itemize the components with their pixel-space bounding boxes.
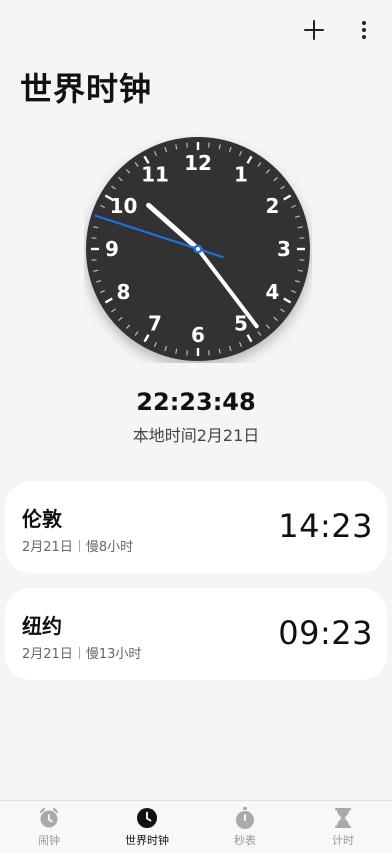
clock-number: 10: [110, 194, 138, 218]
clock-tick: [186, 142, 188, 148]
more-vertical-icon: [362, 21, 366, 39]
city-date: 2月21日: [22, 540, 73, 555]
clock-tick: [91, 237, 97, 239]
city-card-new-york[interactable]: 纽约 2月21日 慢13小时 09:23: [5, 588, 387, 680]
city-time: 14:23: [278, 507, 373, 545]
clock-number: 3: [277, 237, 291, 261]
clock-tick: [208, 142, 210, 148]
bottom-nav: 闹钟 世界时钟 秒表 计时: [0, 800, 392, 853]
city-name: 纽约: [22, 614, 62, 638]
clock-number: 2: [266, 194, 280, 218]
nav-alarm[interactable]: 闹钟: [0, 801, 98, 853]
clock-tick: [299, 259, 305, 261]
clock-center-dot: [196, 247, 200, 251]
city-meta: 2月21日 慢13小时: [22, 643, 141, 662]
stopwatch-icon: [236, 807, 254, 829]
nav-timer[interactable]: 计时: [294, 801, 392, 853]
city-offset: 慢8小时: [85, 540, 134, 555]
page-title: 世界时钟: [20, 70, 153, 108]
nav-label: 闹钟: [38, 834, 60, 847]
nav-label: 计时: [332, 834, 354, 847]
hourglass-icon: [335, 808, 351, 828]
clock-number: 12: [184, 151, 212, 175]
more-options-button[interactable]: [348, 14, 380, 46]
nav-label: 秒表: [234, 834, 256, 847]
clock-number: 9: [105, 237, 119, 261]
clock-number: 8: [117, 280, 131, 304]
nav-world-clock[interactable]: 世界时钟: [98, 801, 196, 853]
analog-clock: 12 1 2 3 4 5 6 7 8 9 10 11: [84, 135, 312, 363]
add-city-button[interactable]: [298, 14, 330, 46]
city-date: 2月21日: [22, 647, 73, 662]
clock-number: 1: [234, 163, 248, 187]
clock-icon: [137, 808, 157, 828]
clock-tick: [186, 350, 188, 356]
clock-tick: [208, 350, 210, 356]
clock-number: 7: [148, 311, 162, 335]
nav-label: 世界时钟: [125, 834, 169, 847]
digital-time: 22:23:48: [136, 388, 256, 416]
clock-number: 4: [266, 280, 280, 304]
city-name: 伦敦: [22, 507, 62, 531]
city-card-london[interactable]: 伦敦 2月21日 慢8小时 14:23: [5, 481, 387, 573]
analog-clock-face: 12 1234567891011: [86, 137, 310, 361]
city-offset: 慢13小时: [85, 647, 142, 662]
city-time: 09:23: [278, 614, 373, 652]
plus-icon: [304, 20, 324, 40]
clock-tick: [299, 237, 305, 239]
clock-tick: [91, 259, 97, 261]
alarm-icon: [39, 807, 59, 828]
clock-number: 6: [191, 323, 205, 347]
city-meta: 2月21日 慢8小时: [22, 536, 133, 555]
nav-stopwatch[interactable]: 秒表: [196, 801, 294, 853]
clock-number: 11: [141, 163, 169, 187]
divider: [78, 647, 80, 659]
divider: [78, 540, 80, 552]
top-bar: [0, 0, 392, 60]
local-date-label: 本地时间2月21日: [132, 426, 260, 445]
